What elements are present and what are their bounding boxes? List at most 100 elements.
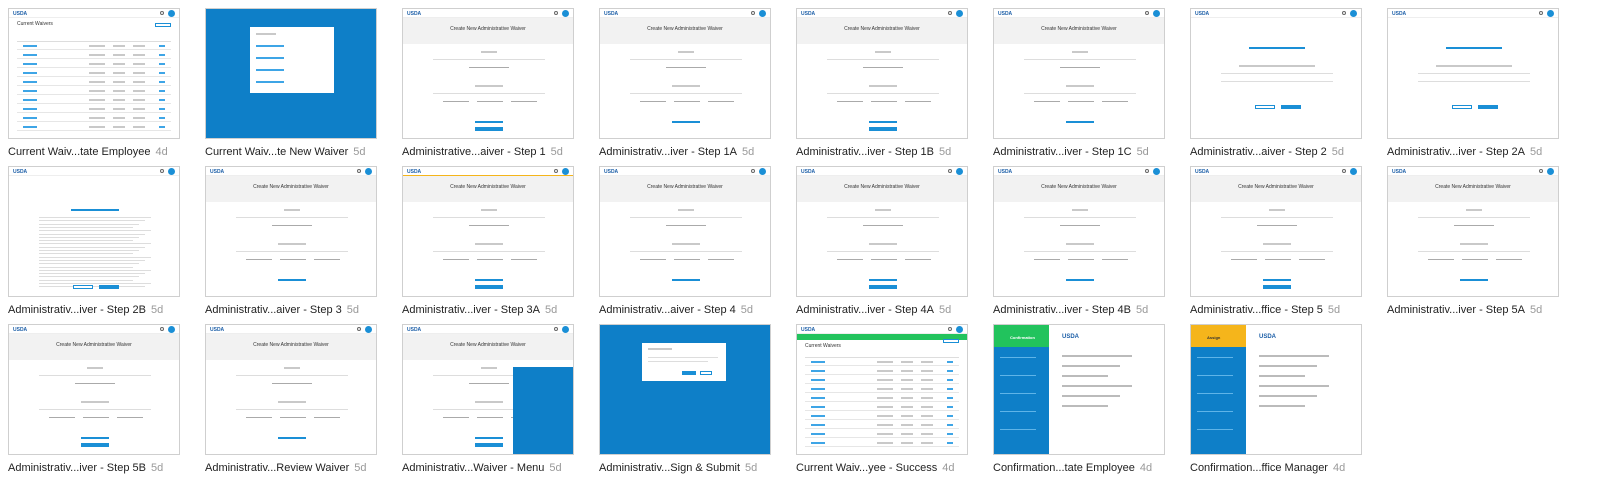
artboard-thumbnail[interactable]: USDA Create New Administrative Waiver	[205, 324, 377, 455]
artboard-thumbnail[interactable]: USDA Create New Administrative Waiver	[599, 166, 771, 297]
divider	[827, 93, 939, 94]
artboard-card[interactable]: USDA Create New Administrative Waiver Admi…	[599, 8, 771, 158]
artboard-card[interactable]: USDA Administrativ...iver - Step 2B 5d	[8, 166, 180, 316]
artboard-card[interactable]: USDA Create New Administrative Waiver Admi…	[1387, 166, 1559, 316]
artboard-thumbnail[interactable]: USDA Create New Administrative Waiver	[402, 166, 574, 297]
row-cell	[921, 433, 933, 435]
artboard-caption[interactable]: Administrativ...aiver - Step 2 5d	[1190, 146, 1380, 158]
artboard-card[interactable]: USDA Create New Administrative Waiver Admi…	[599, 166, 771, 316]
artboard-caption[interactable]: Administrativ...iver - Step 4A 5d	[796, 304, 986, 316]
row-action	[947, 424, 953, 426]
message-text	[1259, 405, 1305, 407]
search-icon	[554, 169, 558, 173]
artboard-caption[interactable]: Administrativ...iver - Step 1B 5d	[796, 146, 986, 158]
page-hero: Create New Administrative Waiver	[403, 18, 573, 44]
artboard-card[interactable]: USDA Current Waivers Current Waiv...yee - …	[796, 324, 968, 474]
artboard-caption[interactable]: Administrativ...iver - Step 5A 5d	[1387, 304, 1577, 316]
artboard-caption[interactable]: Current Waiv...te New Waiver 5d	[205, 146, 395, 158]
paragraph-line	[39, 263, 139, 265]
artboard-caption[interactable]: Administrativ...Sign & Submit 5d	[599, 462, 789, 474]
question-heading	[1436, 65, 1512, 67]
artboard-thumbnail[interactable]: USDA	[1190, 8, 1362, 139]
artboard-caption[interactable]: Current Waiv...tate Employee 4d	[8, 146, 198, 158]
artboard-thumbnail[interactable]: USDA Create New Administrative Waiver	[8, 324, 180, 455]
artboard-card[interactable]: USDA Current Waivers Current Waiv...tate E…	[8, 8, 180, 158]
artboard-thumbnail[interactable]: USDA Create New Administrative Waiver	[796, 166, 968, 297]
artboard-caption[interactable]: Confirmation...ffice Manager 4d	[1190, 462, 1380, 474]
artboard-card[interactable]: USDA Administrativ...aiver - Step 2 5d	[1190, 8, 1362, 158]
artboard-card[interactable]: USDA Create New Administrative Waiver Admi…	[993, 166, 1165, 316]
artboard-caption[interactable]: Administrativ...aiver - Step 3 5d	[205, 304, 395, 316]
artboard-card[interactable]: USDA Create New Administrative Waiver Admi…	[796, 166, 968, 316]
page-title: Create New Administrative Waiver	[844, 26, 920, 32]
artboard-card[interactable]: USDA Create New Administrative Waiver Admi…	[402, 166, 574, 316]
artboard-thumbnail[interactable]: USDA	[1387, 8, 1559, 139]
page-title: Create New Administrative Waiver	[450, 26, 526, 32]
form-field	[314, 417, 340, 418]
artboard-thumbnail[interactable]: USDA Create New Administrative Waiver	[599, 8, 771, 139]
artboard-thumbnail[interactable]: USDA Create New Administrative Waiver	[993, 8, 1165, 139]
question-heading	[1239, 65, 1315, 67]
row-cell	[901, 370, 913, 372]
artboard-thumbnail[interactable]	[599, 324, 771, 455]
artboard-caption[interactable]: Administrativ...iver - Step 1C 5d	[993, 146, 1183, 158]
artboard-thumbnail[interactable]: USDA Create New Administrative Waiver	[796, 8, 968, 139]
artboard-card[interactable]: USDA Create New Administrative Waiver Admi…	[1190, 166, 1362, 316]
artboard-caption[interactable]: Administrativ...Review Waiver 5d	[205, 462, 395, 474]
divider	[827, 217, 939, 218]
artboard-caption[interactable]: Administrativ...iver - Step 2A 5d	[1387, 146, 1577, 158]
row-cell	[113, 108, 125, 110]
artboard-thumbnail[interactable]: USDA Create New Administrative Waiver	[402, 324, 574, 455]
search-icon	[357, 327, 361, 331]
artboard-thumbnail[interactable]: USDA	[8, 166, 180, 297]
artboard-thumbnail[interactable]: USDA Create New Administrative Waiver	[993, 166, 1165, 297]
artboard-caption[interactable]: Administrativ...iver - Step 3A 5d	[402, 304, 592, 316]
artboard-caption[interactable]: Administrative...aiver - Step 1 5d	[402, 146, 592, 158]
divider	[1024, 217, 1136, 218]
artboard-thumbnail[interactable]: USDA Create New Administrative Waiver	[1387, 166, 1559, 297]
artboard-card[interactable]: Administrativ...Sign & Submit 5d	[599, 324, 771, 474]
paragraph-line	[39, 273, 145, 275]
row-link	[23, 81, 37, 83]
artboard-caption[interactable]: Administrativ...ffice - Step 5 5d	[1190, 304, 1380, 316]
artboard-card[interactable]: USDA Create New Administrative Waiver Admi…	[205, 324, 377, 474]
artboard-thumbnail[interactable]: USDA Current Waivers	[8, 8, 180, 139]
artboard-card[interactable]: USDA Administrativ...iver - Step 2A 5d	[1387, 8, 1559, 158]
artboard-caption[interactable]: Confirmation...tate Employee 4d	[993, 462, 1183, 474]
artboard-thumbnail[interactable]: USDA Create New Administrative Waiver	[402, 8, 574, 139]
artboard-card[interactable]: USDA Create New Administrative Waiver Admi…	[8, 324, 180, 474]
search-icon	[357, 169, 361, 173]
search-icon	[751, 169, 755, 173]
artboard-card[interactable]: Assign USDA Confirmation...ffice Manager 4d	[1190, 324, 1362, 474]
app-header: USDA	[403, 9, 573, 18]
artboard-thumbnail[interactable]: Confirmation USDA	[993, 324, 1165, 455]
artboard-caption[interactable]: Current Waiv...yee - Success 4d	[796, 462, 986, 474]
artboard-thumbnail[interactable]: USDA Create New Administrative Waiver	[205, 166, 377, 297]
artboard-thumbnail[interactable]	[205, 8, 377, 139]
artboard-caption[interactable]: Administrativ...aiver - Step 4 5d	[599, 304, 789, 316]
row-cell	[133, 108, 145, 110]
artboard-caption[interactable]: Administrativ...iver - Step 2B 5d	[8, 304, 198, 316]
section-heading	[475, 401, 503, 403]
divider	[827, 59, 939, 60]
artboard-caption[interactable]: Administrativ...iver - Step 1A 5d	[599, 146, 789, 158]
artboard-caption[interactable]: Administrativ...iver - Step 5B 5d	[8, 462, 198, 474]
artboard-card[interactable]: USDA Create New Administrative Waiver Admi…	[993, 8, 1165, 158]
artboard-card[interactable]: USDA Create New Administrative Waiver Admi…	[796, 8, 968, 158]
artboard-card[interactable]: Confirmation USDA Confirmation...tate Empl…	[993, 324, 1165, 474]
artboard-thumbnail[interactable]: Assign USDA	[1190, 324, 1362, 455]
artboard-thumbnail[interactable]: USDA Create New Administrative Waiver	[1190, 166, 1362, 297]
artboard-card[interactable]: Current Waiv...te New Waiver 5d	[205, 8, 377, 158]
artboard-age: 5d	[745, 462, 758, 474]
artboard-thumbnail[interactable]: USDA Current Waivers	[796, 324, 968, 455]
row-action	[159, 90, 165, 92]
artboard-caption[interactable]: Administrativ...Waiver - Menu 5d	[402, 462, 592, 474]
paragraph-line	[39, 253, 133, 255]
artboard-card[interactable]: USDA Create New Administrative Waiver Admi…	[402, 8, 574, 158]
row-cell	[901, 415, 913, 417]
row-cell	[133, 126, 145, 128]
form-field	[75, 383, 115, 384]
artboard-card[interactable]: USDA Create New Administrative Waiver Admi…	[402, 324, 574, 474]
artboard-caption[interactable]: Administrativ...iver - Step 4B 5d	[993, 304, 1183, 316]
artboard-card[interactable]: USDA Create New Administrative Waiver Admi…	[205, 166, 377, 316]
